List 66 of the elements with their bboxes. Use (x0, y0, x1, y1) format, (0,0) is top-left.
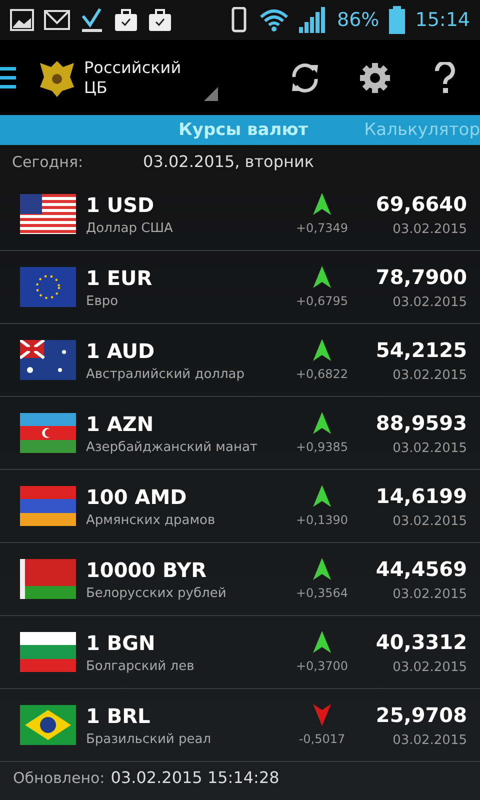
currency-name: Евро (86, 294, 120, 308)
rate-date: 03.02.2015 (392, 514, 467, 528)
currency-code: 1 AUD (86, 338, 156, 362)
exchange-rate: 88,9593 (376, 410, 467, 434)
exchange-rate: 25,9708 (376, 702, 467, 726)
battery-icon (389, 6, 406, 34)
rate-change: +0,3700 (296, 659, 348, 673)
currency-code: 1 EUR (86, 266, 154, 290)
clock: 15:14 (415, 9, 470, 31)
dropdown-corner-icon[interactable] (204, 87, 218, 101)
currency-name: Доллар США (86, 220, 174, 236)
currency-name: Австралийский доллар (86, 366, 246, 382)
currency-name: Болгарский лев (86, 658, 196, 674)
updated-time: 03.02.2015 15:14:28 (110, 768, 280, 787)
rate-change: +0,9385 (296, 440, 348, 454)
source-selector[interactable]: Российский ЦБ (84, 58, 204, 98)
exchange-rate: 44,4569 (376, 556, 467, 580)
briefcase-icon (114, 9, 138, 31)
rate-date: 03.02.2015 (392, 222, 467, 236)
today-date: 03.02.2015, вторник (143, 152, 314, 171)
mail-icon (44, 10, 70, 30)
currency-code: 1 BRL (86, 704, 152, 728)
settings-icon (359, 62, 391, 94)
currency-code: 10000 BYR (86, 558, 208, 582)
help-icon (434, 62, 456, 94)
currency-name: Азербайджанский манат (86, 440, 258, 454)
currency-name: Армянских драмов (86, 512, 216, 528)
rate-change: +0,7349 (296, 221, 348, 235)
flag-icon (20, 340, 76, 380)
exchange-rate: 69,6640 (376, 192, 467, 216)
rate-date: 03.02.2015 (392, 294, 467, 310)
rate-date: 03.02.2015 (392, 660, 467, 674)
currency-name: Бразильский реал (86, 732, 212, 746)
tab[interactable]: Курсы валют (178, 120, 308, 140)
signal-icon (299, 7, 327, 33)
wifi-icon (259, 8, 289, 32)
briefcase-icon (148, 9, 172, 31)
currency-code: 1 AZN (86, 412, 155, 436)
currency-name: Белорусских рублей (86, 586, 228, 600)
flag-icon (20, 194, 76, 234)
rate-change: +0,6795 (296, 294, 348, 308)
rate-change: +0,6822 (296, 367, 348, 381)
exchange-rate: 40,3312 (376, 630, 467, 654)
currency-code: 1 USD (86, 192, 156, 216)
exchange-rate: 14,6199 (376, 484, 467, 508)
rate-date: 03.02.2015 (392, 732, 467, 748)
flag-icon (20, 559, 76, 599)
rate-change: +0,3564 (296, 586, 348, 600)
exchange-rate: 78,7900 (376, 264, 467, 288)
rate-date: 03.02.2015 (392, 368, 467, 382)
phone-icon (231, 7, 249, 33)
rate-change: +0,1390 (296, 513, 348, 527)
currency-code: 1 BGN (86, 630, 156, 654)
rate-date: 03.02.2015 (392, 440, 467, 456)
today-label: Сегодня: (12, 152, 84, 170)
tab[interactable]: Калькулятор (364, 120, 480, 140)
battery-percent: 86% (337, 9, 380, 31)
flag-icon (20, 267, 76, 307)
rate-date: 03.02.2015 (392, 586, 467, 602)
picture-icon (10, 9, 34, 31)
rate-change: -0,5017 (298, 732, 346, 746)
check-icon (80, 8, 104, 32)
updated-label: Обновлено: (13, 768, 105, 786)
menu-icon[interactable] (0, 64, 16, 90)
exchange-rate: 54,2125 (376, 338, 467, 362)
currency-code: 100 AMD (86, 484, 188, 508)
